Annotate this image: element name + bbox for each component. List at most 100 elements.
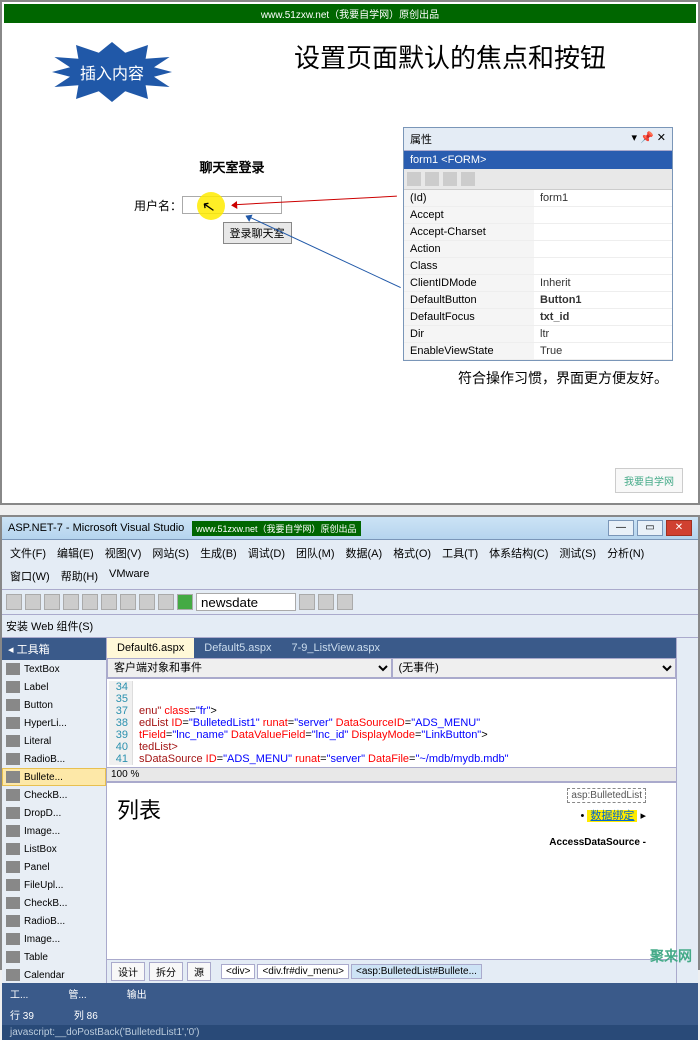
document-tab[interactable]: Default5.aspx — [194, 638, 281, 658]
toolbox-item[interactable]: ListBox — [2, 840, 106, 858]
property-row[interactable]: EnableViewStateTrue — [404, 343, 672, 360]
toolbox-item[interactable]: Image... — [2, 930, 106, 948]
toolbox-item[interactable]: Literal — [2, 732, 106, 750]
toolbox-item[interactable]: FileUpl... — [2, 876, 106, 894]
toolbox-item[interactable]: CheckB... — [2, 786, 106, 804]
breadcrumb-item[interactable]: <div> — [221, 964, 255, 979]
property-row[interactable]: Class — [404, 258, 672, 275]
toolbox-item[interactable]: Image... — [2, 822, 106, 840]
slide-title: 设置页面默认的焦点和按钮 — [227, 38, 673, 75]
output-tab[interactable]: 输出 — [127, 986, 147, 1001]
saveall-icon[interactable] — [63, 594, 79, 610]
menu-bar[interactable]: 文件(F)编辑(E)视图(V)网站(S)生成(B)调试(D)团队(M)数据(A)… — [2, 540, 698, 590]
copy-icon[interactable] — [101, 594, 117, 610]
toolbox-item[interactable]: DropD... — [2, 804, 106, 822]
code-editor[interactable]: 343537enu" class="fr">38edList ID="Bulle… — [107, 679, 676, 767]
maximize-button[interactable]: ▭ — [637, 520, 663, 536]
menu-item[interactable]: 体系结构(C) — [485, 543, 552, 563]
menu-item[interactable]: 工具(T) — [438, 543, 482, 563]
databind-link[interactable]: 数据绑定 — [587, 810, 637, 822]
tool-icon — [6, 969, 20, 981]
property-row[interactable]: Dirltr — [404, 326, 672, 343]
property-row[interactable]: DefaultFocustxt_id — [404, 309, 672, 326]
toolbox-item[interactable]: RadioB... — [2, 912, 106, 930]
az-sort-icon[interactable] — [425, 172, 439, 186]
designer-surface[interactable]: 列表 asp:BulletedList • 数据绑定 ▸ AccessDataS… — [107, 781, 676, 959]
property-row[interactable]: Accept-Charset — [404, 224, 672, 241]
menu-item[interactable]: 帮助(H) — [57, 566, 102, 586]
uncomment-icon[interactable] — [337, 594, 353, 610]
datasource-label: AccessDataSource - — [117, 837, 666, 848]
menu-item[interactable]: VMware — [105, 566, 153, 586]
config-icon[interactable] — [299, 594, 315, 610]
properties-titlebar: 属性 ▾ 📌 ✕ — [404, 128, 672, 151]
menu-item[interactable]: 分析(N) — [603, 543, 648, 563]
menu-item[interactable]: 调试(D) — [244, 543, 289, 563]
minimize-button[interactable]: — — [608, 520, 634, 536]
undo-icon[interactable] — [139, 594, 155, 610]
menu-item[interactable]: 编辑(E) — [53, 543, 98, 563]
menu-item[interactable]: 生成(B) — [196, 543, 241, 563]
breadcrumb-item[interactable]: <asp:BulletedList#Bullete... — [351, 964, 482, 979]
tool-icon — [6, 879, 20, 891]
pin-icon[interactable]: ▾ 📌 ✕ — [631, 131, 666, 147]
properties-grid[interactable]: (Id)form1AcceptAccept-CharsetActionClass… — [404, 190, 672, 360]
open-icon[interactable] — [25, 594, 41, 610]
object-dropdown[interactable]: 客户端对象和事件 — [107, 658, 392, 678]
menu-item[interactable]: 文件(F) — [6, 543, 50, 563]
toolbox-item[interactable]: Bullete... — [2, 768, 106, 786]
toolbox-item[interactable]: Label — [2, 678, 106, 696]
menu-item[interactable]: 窗口(W) — [6, 566, 54, 586]
toolbox-item[interactable]: CheckB... — [2, 894, 106, 912]
breadcrumb-item[interactable]: <div.fr#div_menu> — [257, 964, 349, 979]
redo-icon[interactable] — [158, 594, 174, 610]
toolbox-item[interactable]: Table — [2, 948, 106, 966]
new-icon[interactable] — [6, 594, 22, 610]
properties-object-header[interactable]: form1 <FORM> — [404, 151, 672, 169]
toolbox-item[interactable]: RadioB... — [2, 750, 106, 768]
menu-item[interactable]: 网站(S) — [148, 543, 193, 563]
event-dropdown[interactable]: (无事件) — [392, 658, 677, 678]
property-row[interactable]: Accept — [404, 207, 672, 224]
cut-icon[interactable] — [82, 594, 98, 610]
categorize-icon[interactable] — [407, 172, 421, 186]
document-tab[interactable]: Default6.aspx — [107, 638, 194, 658]
menu-item[interactable]: 视图(V) — [101, 543, 146, 563]
paste-icon[interactable] — [120, 594, 136, 610]
slide-caption: 符合操作习惯，界面更方便友好。 — [458, 368, 668, 388]
web-toolbar: 安装 Web 组件(S) — [2, 615, 698, 638]
menu-item[interactable]: 团队(M) — [292, 543, 339, 563]
menu-item[interactable]: 数据(A) — [342, 543, 387, 563]
events-icon[interactable] — [461, 172, 475, 186]
save-icon[interactable] — [44, 594, 60, 610]
split-tab[interactable]: 拆分 — [149, 962, 183, 981]
document-tab[interactable]: 7-9_ListView.aspx — [282, 638, 390, 658]
menu-item[interactable]: 测试(S) — [555, 543, 600, 563]
design-tab[interactable]: 设计 — [111, 962, 145, 981]
zoom-label[interactable]: 100 % — [107, 767, 676, 781]
tool-tab[interactable]: 工... — [10, 986, 28, 1001]
props-icon[interactable] — [443, 172, 457, 186]
tag-breadcrumb[interactable]: <div><div.fr#div_menu><asp:BulletedList#… — [221, 964, 482, 979]
toolbox-item[interactable]: HyperLi... — [2, 714, 106, 732]
run-icon[interactable] — [177, 594, 193, 610]
document-tabs[interactable]: Default6.aspxDefault5.aspx7-9_ListView.a… — [107, 638, 676, 658]
toolbox-item[interactable]: Button — [2, 696, 106, 714]
control-tag[interactable]: asp:BulletedList — [567, 788, 646, 803]
property-row[interactable]: (Id)form1 — [404, 190, 672, 207]
toolbox-item[interactable]: TextBox — [2, 660, 106, 678]
property-row[interactable]: ClientIDModeInherit — [404, 275, 672, 292]
property-row[interactable]: DefaultButtonButton1 — [404, 292, 672, 309]
toolbox-item[interactable]: Panel — [2, 858, 106, 876]
comment-icon[interactable] — [318, 594, 334, 610]
source-tab[interactable]: 源 — [187, 962, 211, 981]
close-button[interactable]: ✕ — [666, 520, 692, 536]
menu-item[interactable]: 格式(O) — [389, 543, 435, 563]
find-input[interactable] — [196, 593, 296, 611]
tool-icon — [6, 897, 20, 909]
toolbox-item[interactable]: Calendar — [2, 966, 106, 983]
manage-tab[interactable]: 管... — [68, 986, 86, 1001]
properties-toolbar — [404, 169, 672, 190]
property-row[interactable]: Action — [404, 241, 672, 258]
install-web-label[interactable]: 安装 Web 组件(S) — [6, 618, 93, 634]
